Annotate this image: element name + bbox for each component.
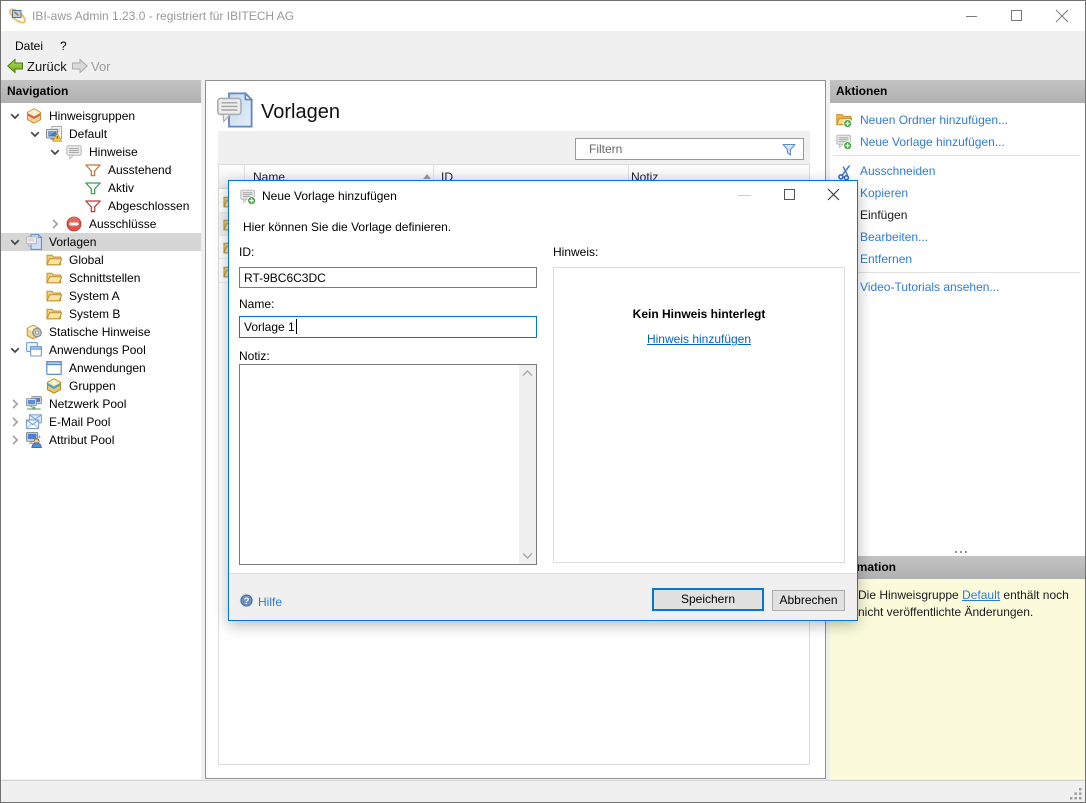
svg-text:?: ? <box>244 596 250 607</box>
